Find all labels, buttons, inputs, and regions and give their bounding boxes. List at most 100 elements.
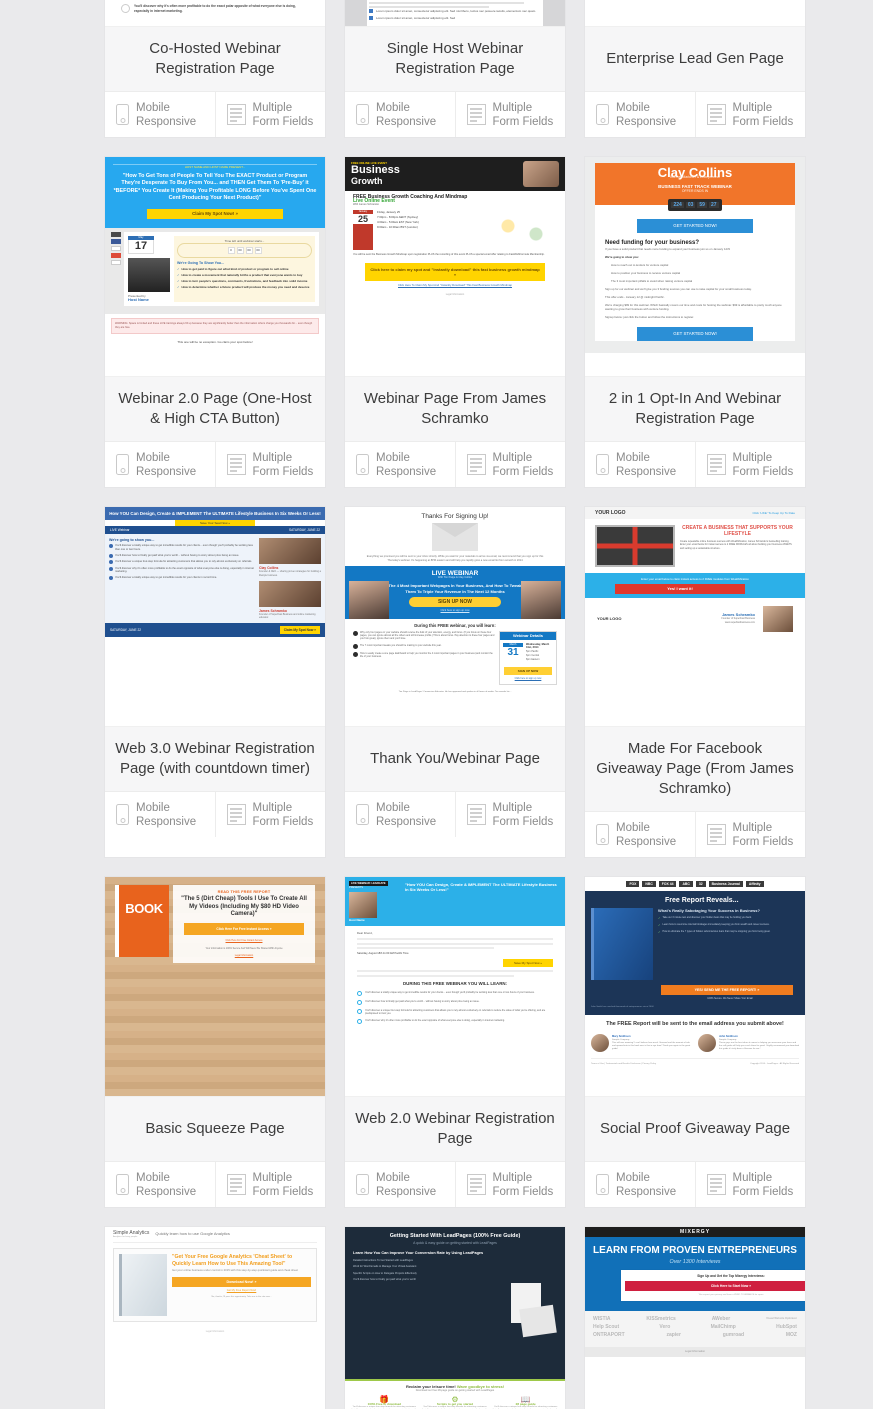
- preview-headline: "How YOU Can Design, Create & IMPLEMENT …: [405, 882, 557, 893]
- preview-author-line: John Smith has coached thousands of entr…: [591, 1006, 654, 1008]
- badge-multiple-form-fields: Multiple Form Fields: [694, 1162, 806, 1207]
- badge-mobile-responsive: Mobile Responsive: [105, 1162, 215, 1207]
- template-card[interactable]: Enterprise Lead Gen Page Mobile Responsiv…: [585, 0, 805, 137]
- preview-cta: Download Now! »: [172, 1276, 311, 1287]
- preview-cal-day: 25: [353, 214, 373, 224]
- template-thumbnail[interactable]: [585, 0, 805, 27]
- preview-cta: Save My Spot Now »: [503, 959, 553, 967]
- preview-cta-secondary: GET STARTED NOW!: [637, 327, 753, 341]
- preview-legal: Legal Information: [445, 293, 465, 297]
- mini-page-preview: Clay Collins Internet Marketer & Entrepr…: [585, 157, 805, 353]
- badge-label: Mobile Responsive: [616, 101, 677, 128]
- preview-headline: "How To Get Tons of People To Tell You T…: [113, 173, 317, 202]
- preview-decline: No, thanks, I'll pass this opportunity. …: [211, 1295, 272, 1298]
- preview-note: You will be sent the Business Growth Min…: [353, 253, 545, 256]
- template-thumbnail[interactable]: Simple Analytics Analytics for busy peop…: [105, 1227, 325, 1409]
- template-card[interactable]: Clay Collins Internet Marketer & Entrepr…: [585, 157, 805, 487]
- info-icon: [121, 4, 130, 13]
- card-badges: Mobile Responsive Multiple Form Fields: [585, 811, 805, 857]
- preview-paragraph: If you have a solid product that needs m…: [605, 247, 731, 251]
- phone-icon: [596, 454, 609, 475]
- preview-countdown-value: 00: [236, 246, 244, 254]
- preview-logo: ONTRAPORT: [593, 1332, 625, 1339]
- preview-headline: Getting Started With LeadPages (100% Fre…: [389, 1233, 521, 1239]
- template-thumbnail[interactable]: MIXERGY LEARN FROM PROVEN ENTREPRENEURS …: [585, 1227, 805, 1409]
- template-thumbnail[interactable]: Getting Started With LeadPages (100% Fre…: [345, 1227, 565, 1409]
- preview-during: DURING THIS FREE WEBINAR YOU WILL LEARN:: [403, 980, 507, 986]
- preview-time: Friday, January 25: [377, 210, 400, 214]
- template-thumbnail[interactable]: Clay Collins Internet Marketer & Entrepr…: [585, 157, 805, 377]
- phone-icon: [356, 104, 369, 125]
- template-thumbnail[interactable]: HOST NAME AND HOST NAME PRESENT... "How …: [105, 157, 325, 377]
- badge-multiple-form-fields: Multiple Form Fields: [694, 442, 806, 487]
- card-badges: Mobile Responsive Multiple Form Fields: [105, 791, 325, 837]
- preview-body: Create repeatable online business succes…: [680, 540, 792, 550]
- template-card[interactable]: You'll discover why it's often more prof…: [105, 0, 325, 137]
- preview-presenter-line: HOST NAME AND HOST NAME PRESENT...: [113, 164, 317, 169]
- template-thumbnail[interactable]: Thanks For Signing Up! Everything we pro…: [345, 507, 565, 727]
- preview-cta: Yes! I want it!: [615, 584, 745, 594]
- template-thumbnail[interactable]: Lorem ipsum dolor sit amet, consectetur …: [345, 0, 565, 27]
- template-card[interactable]: Thanks For Signing Up! Everything we pro…: [345, 507, 565, 857]
- preview-time: 8pm Eastern: [526, 657, 540, 661]
- card-badges: Mobile Responsive Multiple Form Fields: [345, 1161, 565, 1207]
- card-badges: Mobile Responsive Multiple Form Fields: [105, 441, 325, 487]
- preview-footer: This one will be no exception. Go claim …: [105, 337, 325, 346]
- phone-icon: [596, 104, 609, 125]
- preview-brand: Business: [351, 164, 400, 176]
- template-card[interactable]: FOX NBC FOX 44 ABC 32 Business Journal A…: [585, 877, 805, 1207]
- template-card[interactable]: Simple Analytics Analytics for busy peop…: [105, 1227, 325, 1409]
- mini-page-preview: HOST NAME AND HOST NAME PRESENT... "How …: [105, 157, 325, 346]
- preview-bullet: Detailed instructions To Get Started wit…: [353, 1258, 413, 1262]
- template-thumbnail[interactable]: YOUR LOGO Click 'LIKE' To Keep Up To Dat…: [585, 507, 805, 727]
- template-card[interactable]: YOUR LOGO Click 'LIKE' To Keep Up To Dat…: [585, 507, 805, 857]
- preview-card-text: Sign Up and Get the Top Mixergy Intervie…: [697, 1274, 765, 1278]
- preview-intro: Everything we promised you will be sent …: [366, 555, 544, 562]
- badge-label: Mobile Responsive: [616, 451, 677, 478]
- template-card[interactable]: LIVE WEBINAR: LEADGATE PRESENTS Host Nam…: [345, 877, 565, 1207]
- preview-headline: Free Report Reveals...: [665, 897, 739, 904]
- preview-bullet: You'll discover why it's often more prof…: [365, 1019, 505, 1023]
- template-card[interactable]: Lorem ipsum dolor sit amet, consectetur …: [345, 0, 565, 137]
- preview-bullet: Why only four pages on your website shou…: [360, 631, 495, 641]
- preview-time: 7:00pm - 8:00pm AEDT (Sydney): [377, 215, 419, 219]
- preview-bullet: How to create a movement that naturally …: [181, 272, 303, 277]
- template-card[interactable]: How YOU Can Design, Create & IMPLEMENT T…: [105, 507, 325, 857]
- card-badges: Mobile Responsive Multiple Form Fields: [105, 1161, 325, 1207]
- mini-page-preview: BOOK READ THIS FREE REPORT "The 5 (Dirt …: [105, 877, 325, 1096]
- preview-list-title: We're going to show you...: [109, 538, 155, 543]
- card-title: Single Host Webinar Registration Page: [345, 27, 565, 91]
- badge-multiple-form-fields: Multiple Form Fields: [214, 1162, 326, 1207]
- template-card[interactable]: HOST NAME AND HOST NAME PRESENT... "How …: [105, 157, 325, 487]
- form-fields-icon: [706, 104, 726, 125]
- template-thumbnail[interactable]: FREE ONLINE LIVE EVENT Business Growth FR…: [345, 157, 565, 377]
- template-thumbnail[interactable]: BOOK READ THIS FREE REPORT "The 5 (Dirt …: [105, 877, 325, 1097]
- badge-mobile-responsive: Mobile Responsive: [345, 92, 455, 137]
- badge-label: Multiple Form Fields: [492, 451, 554, 478]
- card-title: Thank You/Webinar Page: [345, 727, 565, 791]
- preview-testimonial-text: These guys are the best when it comes to…: [719, 1041, 800, 1050]
- mini-page-preview: FOX NBC FOX 44 ABC 32 Business Journal A…: [585, 877, 805, 1072]
- template-card[interactable]: FREE ONLINE LIVE EVENT Business Growth FR…: [345, 157, 565, 487]
- preview-host: Host Name: [128, 296, 149, 302]
- mini-page-preview: You'll discover why it's often more prof…: [105, 0, 325, 18]
- template-card[interactable]: Getting Started With LeadPages (100% Fre…: [345, 1227, 565, 1409]
- card-title: Basic Squeeze Page: [105, 1097, 325, 1161]
- preview-bullet: How to easily create a one page dashboar…: [360, 651, 493, 658]
- template-card[interactable]: BOOK READ THIS FREE REPORT "The 5 (Dirt …: [105, 877, 325, 1207]
- preview-top-link: Click 'LIKE' To Keep Up To Date: [752, 511, 795, 515]
- card-title: Made For Facebook Giveaway Page (From Ja…: [585, 727, 805, 811]
- badge-label: Multiple Form Fields: [732, 1171, 794, 1198]
- card-badges: Mobile Responsive Multiple Form Fields: [585, 91, 805, 137]
- preview-bullet: The 3 most important pitfalls to avoid w…: [611, 279, 693, 283]
- template-card[interactable]: MIXERGY LEARN FROM PROVEN ENTREPRENEURS …: [585, 1227, 805, 1409]
- template-thumbnail[interactable]: You'll discover why it's often more prof…: [105, 0, 325, 27]
- preview-paragraph: Signup below: just click the button and …: [605, 315, 694, 319]
- template-thumbnail[interactable]: LIVE WEBINAR: LEADGATE PRESENTS Host Nam…: [345, 877, 565, 1097]
- form-fields-icon: [226, 104, 246, 125]
- template-thumbnail[interactable]: How YOU Can Design, Create & IMPLEMENT T…: [105, 507, 325, 727]
- preview-logo: YOUR LOGO: [595, 510, 626, 516]
- template-thumbnail[interactable]: FOX NBC FOX 44 ABC 32 Business Journal A…: [585, 877, 805, 1097]
- form-fields-icon: [706, 824, 726, 845]
- preview-author-site: www.superfastbusiness.com: [724, 621, 755, 624]
